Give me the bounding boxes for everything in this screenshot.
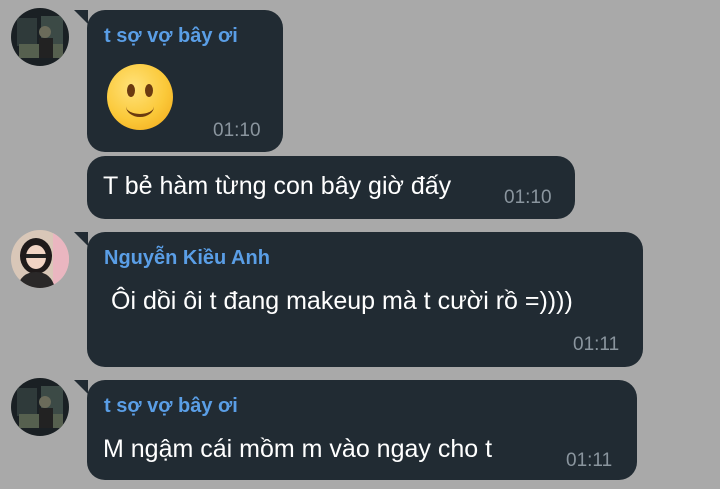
avatar-photo-girl [11, 230, 69, 288]
avatar[interactable] [11, 378, 69, 436]
message-bubble[interactable]: T bẻ hàm từng con bây giờ đấy 01:10 [87, 156, 575, 219]
message-text: T bẻ hàm từng con bây giờ đấy [103, 172, 452, 200]
avatar[interactable] [11, 8, 69, 66]
emoji-mouth [126, 96, 154, 117]
message-time: 01:10 [213, 120, 261, 141]
bubble-tail [74, 10, 88, 24]
avatar-photo-dark [11, 8, 69, 66]
avatar[interactable] [11, 230, 69, 288]
avatar-photo-dark [11, 378, 69, 436]
message-bubble[interactable]: t sợ vợ bây ơi 01:10 [87, 10, 283, 152]
sender-name[interactable]: t sợ vợ bây ơi [104, 25, 238, 48]
message-text: M ngậm cái mồm m vào ngay cho t [103, 435, 493, 463]
bubble-tail [74, 380, 88, 394]
message-time: 01:11 [566, 450, 613, 471]
message-time: 01:10 [504, 187, 552, 208]
sender-name[interactable]: Nguyễn Kiều Anh [104, 247, 270, 270]
slightly-smiling-face-emoji [107, 64, 173, 130]
message-bubble[interactable]: Nguyễn Kiều Anh Ôi dồi ôi t đang makeup … [87, 232, 643, 367]
message-bubble[interactable]: t sợ vợ bây ơi M ngậm cái mồm m vào ngay… [87, 380, 637, 480]
message-time: 01:11 [573, 334, 620, 355]
message-text: Ôi dồi ôi t đang makeup mà t cười rồ =))… [111, 287, 573, 315]
sender-name[interactable]: t sợ vợ bây ơi [104, 395, 238, 418]
bubble-tail [74, 232, 88, 246]
